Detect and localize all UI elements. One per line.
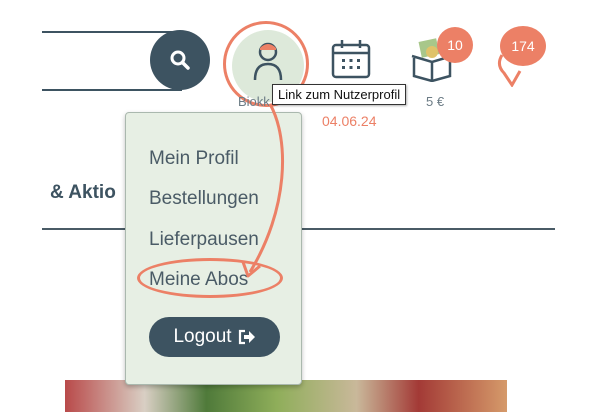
logout-button[interactable]: Logout: [149, 317, 280, 357]
search-field-bottom-border: [42, 89, 182, 91]
logout-icon: [238, 329, 255, 345]
delivery-date: 04.06.24: [322, 113, 377, 129]
nav-item-aktionen[interactable]: & Aktio: [50, 182, 116, 204]
menu-item-bestellungen[interactable]: Bestellungen: [149, 188, 259, 210]
menu-item-mein-profil[interactable]: Mein Profil: [149, 148, 239, 170]
menu-item-lieferpausen[interactable]: Lieferpausen: [149, 229, 259, 251]
wishlist-count-badge: 174: [500, 26, 546, 66]
logout-label: Logout: [173, 326, 232, 347]
user-tooltip: Link zum Nutzerprofil: [272, 84, 407, 105]
user-name-label: Biokk: [238, 94, 270, 109]
basket-price: 5 €: [426, 94, 445, 109]
basket-count-badge: 10: [437, 27, 473, 63]
user-dropdown-menu: Mein Profil Bestellungen Lieferpausen Me…: [125, 112, 302, 385]
search-icon: [170, 50, 190, 70]
search-button[interactable]: [150, 30, 210, 90]
meine-abos-highlight: [137, 258, 283, 298]
search-field-top-border: [42, 31, 182, 33]
calendar-icon[interactable]: [330, 38, 372, 80]
